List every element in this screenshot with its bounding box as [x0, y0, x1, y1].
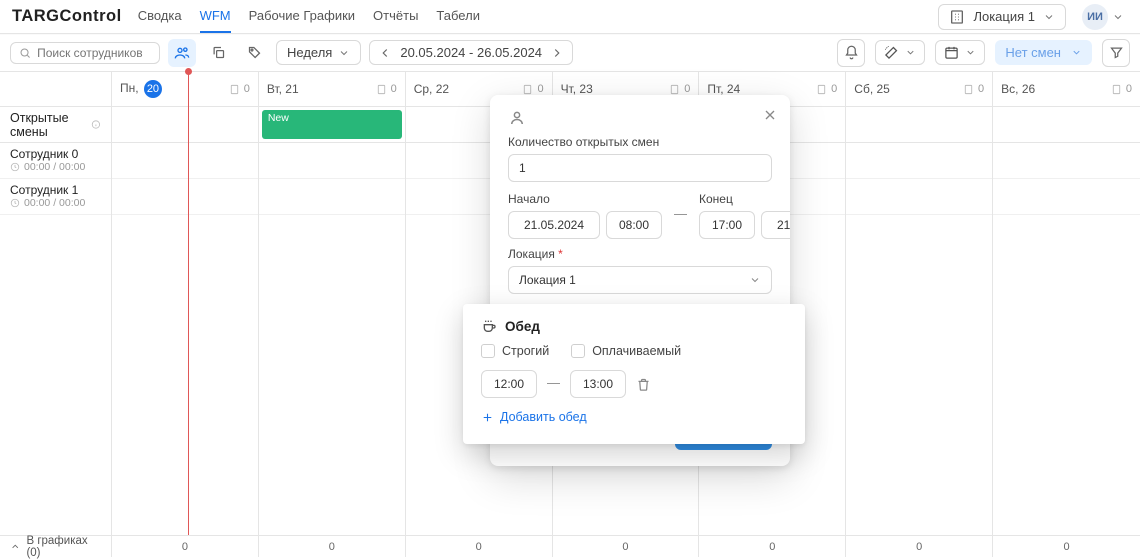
- trash-icon: [636, 377, 651, 392]
- paid-label: Оплачиваемый: [592, 344, 681, 358]
- chevron-down-icon: [749, 274, 761, 286]
- delete-lunch-button[interactable]: [636, 377, 651, 392]
- location-select-value: Локация 1: [519, 273, 576, 287]
- lunch-title-text: Обед: [505, 319, 540, 334]
- shift-modal: Количество открытых смен Начало — Конец: [490, 95, 790, 466]
- strict-checkbox[interactable]: Строгий: [481, 344, 549, 358]
- plus-icon: [481, 411, 494, 424]
- end-date-input[interactable]: [761, 211, 790, 239]
- lunch-to-input[interactable]: [570, 370, 626, 398]
- lunch-popover: Обед Строгий Оплачиваемый — Добавить о: [463, 304, 805, 444]
- person-icon: [508, 109, 526, 127]
- close-icon: [762, 107, 778, 123]
- modal-overlay: Количество открытых смен Начало — Конец: [0, 0, 1140, 557]
- close-button[interactable]: [758, 103, 782, 127]
- strict-label: Строгий: [502, 344, 549, 358]
- start-time-input[interactable]: [606, 211, 662, 239]
- end-time-input[interactable]: [699, 211, 755, 239]
- add-lunch-label: Добавить обед: [500, 410, 587, 424]
- time-dash: —: [674, 192, 687, 239]
- checkbox-box: [481, 344, 495, 358]
- paid-checkbox[interactable]: Оплачиваемый: [571, 344, 681, 358]
- checkbox-box: [571, 344, 585, 358]
- start-date-input[interactable]: [508, 211, 600, 239]
- location-select[interactable]: Локация 1: [508, 266, 772, 294]
- lunch-title: Обед: [481, 318, 787, 334]
- end-label: Конец: [699, 192, 790, 206]
- add-lunch-button[interactable]: Добавить обед: [481, 410, 787, 424]
- start-label: Начало: [508, 192, 662, 206]
- coffee-icon: [481, 318, 497, 334]
- count-input[interactable]: [508, 154, 772, 182]
- location-field-label: Локация *: [508, 247, 772, 261]
- lunch-dash: —: [547, 375, 560, 394]
- lunch-from-input[interactable]: [481, 370, 537, 398]
- count-label: Количество открытых смен: [508, 135, 772, 149]
